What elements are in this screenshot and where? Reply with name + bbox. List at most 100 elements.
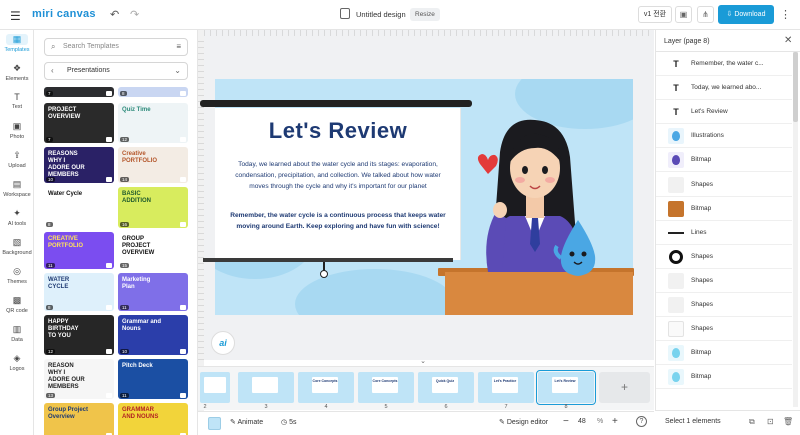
rail-item-themes[interactable]: ◎ Themes xyxy=(0,266,34,285)
zoom-value[interactable]: 48 xyxy=(578,418,586,425)
slide-thumbnail[interactable] xyxy=(238,372,294,403)
template-thumbnail[interactable]: Group Project Overview xyxy=(44,403,114,435)
ai-assistant-button[interactable]: ai xyxy=(211,331,235,355)
slide-paragraph-2[interactable]: Remember, the water cycle is a continuou… xyxy=(230,211,446,233)
layer-item[interactable]: Shapes xyxy=(656,245,792,269)
layer-item[interactable]: Lines xyxy=(656,221,792,245)
duration-button[interactable]: ◷ 5s xyxy=(281,418,296,426)
version-button[interactable]: v1 전환 xyxy=(638,6,672,23)
rail-item-qr-code[interactable]: ▩ QR code xyxy=(0,295,34,314)
layer-item[interactable]: T Remember, the water c... xyxy=(656,52,792,76)
layer-item[interactable]: T Today, we learned abo... xyxy=(656,76,792,101)
template-thumbnail[interactable]: GRAMMAR AND NOUNS xyxy=(118,403,188,435)
premium-crown-icon xyxy=(106,137,112,142)
layer-item[interactable]: Bitmap xyxy=(656,148,792,173)
help-button[interactable]: ? xyxy=(636,416,647,427)
template-page-count: 11 xyxy=(120,393,129,398)
layer-item[interactable]: Shapes xyxy=(656,317,792,342)
save-icon[interactable]: ▣ xyxy=(675,6,692,23)
water-droplet-illustration[interactable] xyxy=(553,218,603,278)
hamburger-menu-icon[interactable]: ☰ xyxy=(10,9,21,23)
template-title: Marketing Plan xyxy=(122,277,151,290)
slide-thumbnail[interactable] xyxy=(200,372,230,403)
rail-item-upload[interactable]: ⇪ Upload xyxy=(0,150,34,169)
close-icon[interactable]: ✕ xyxy=(784,35,792,46)
slide-thumbnail-content: Quick Quiz xyxy=(432,377,458,393)
rail-item-ai-tools[interactable]: ✦ AI tools xyxy=(0,208,34,227)
slide-title[interactable]: Let's Review xyxy=(215,118,461,144)
slide-thumbnail[interactable]: Quick Quiz xyxy=(418,372,474,403)
template-page-count: 15 xyxy=(120,263,130,268)
template-thumbnail[interactable]: WATER CYCLE 8 xyxy=(44,273,114,311)
layer-item[interactable]: Illustrations xyxy=(656,124,792,149)
rail-item-label: Background xyxy=(2,250,32,256)
layer-item[interactable]: Bitmap xyxy=(656,365,792,390)
category-select[interactable]: ‹ Presentations ⌄ xyxy=(44,62,188,80)
template-page-count: 8 xyxy=(120,91,127,96)
background-color-swatch[interactable] xyxy=(208,417,221,430)
layer-item[interactable]: Bitmap xyxy=(656,341,792,366)
rail-item-text[interactable]: T Text xyxy=(0,92,34,110)
zoom-in-button[interactable]: + xyxy=(612,416,618,427)
app-logo[interactable]: miri canvas xyxy=(32,8,96,20)
template-thumbnail[interactable]: Creative PORTFOLIO 14 xyxy=(118,147,188,183)
layer-item[interactable]: Bitmap xyxy=(656,197,792,221)
slide-thumbnail[interactable]: Let's Review xyxy=(536,370,596,405)
add-slide-button[interactable]: + xyxy=(599,372,650,403)
animate-button[interactable]: ✎ Animate xyxy=(230,418,263,426)
collapse-filmstrip-icon[interactable]: ⌄ xyxy=(417,358,429,365)
template-thumbnail[interactable]: 7 xyxy=(44,87,114,97)
slide-thumbnail[interactable]: Core Concepts xyxy=(298,372,354,403)
group-icon[interactable]: ⧉ xyxy=(749,417,755,427)
back-icon[interactable]: ‹ xyxy=(51,66,54,75)
template-thumbnail[interactable]: Marketing Plan 11 xyxy=(118,273,188,311)
slide-thumbnail[interactable]: Core Concepts xyxy=(358,372,414,403)
template-title: REASON WHY I ADORE OUR MEMBERS xyxy=(48,363,85,390)
layer-label: Lines xyxy=(691,228,707,236)
download-button[interactable]: ⇩ Download xyxy=(718,5,774,24)
design-editor-button[interactable]: ✎ Design editor xyxy=(499,418,548,426)
rail-item-background[interactable]: ▧ Background xyxy=(0,237,34,256)
layer-item[interactable]: Shapes xyxy=(656,269,792,293)
layer-item[interactable]: Shapes xyxy=(656,293,792,317)
trash-icon[interactable]: 🗑 xyxy=(783,417,793,426)
rail-item-data[interactable]: ▥ Data xyxy=(0,324,34,343)
rail-item-elements[interactable]: ❖ Elements xyxy=(0,63,34,82)
share-icon[interactable]: ⋔ xyxy=(697,6,714,23)
layer-thumbnail xyxy=(668,345,684,362)
duration-label: 5s xyxy=(289,419,297,426)
zoom-out-button[interactable]: − xyxy=(563,416,569,427)
resize-button[interactable]: Resize xyxy=(410,8,440,21)
template-thumbnail[interactable]: 8 xyxy=(118,87,188,97)
document-title[interactable]: Untitled design xyxy=(356,10,406,19)
layer-item[interactable]: Shapes xyxy=(656,173,792,197)
rail-item-workspace[interactable]: ▤ Workspace xyxy=(0,179,34,198)
template-thumbnail[interactable]: Grammar and Nouns 10 xyxy=(118,315,188,355)
rail-item-templates[interactable]: ▦ Templates xyxy=(0,34,34,53)
template-thumbnail[interactable]: GROUP PROJECT OVERVIEW 15 xyxy=(118,232,188,269)
slide-thumbnail[interactable]: Let's Practice xyxy=(478,372,534,403)
lock-icon[interactable]: ⊡ xyxy=(767,417,774,426)
undo-icon[interactable]: ↶ xyxy=(110,8,119,21)
layer-scrollbar-thumb[interactable] xyxy=(793,52,798,122)
template-thumbnail[interactable]: REASONS WHY I ADORE OUR MEMBERS 10 xyxy=(44,147,114,183)
template-thumbnail[interactable]: HAPPY BIRTHDAY TO YOU 12 xyxy=(44,315,114,355)
template-thumbnail[interactable]: Quiz Time 12 xyxy=(118,103,188,143)
template-thumbnail[interactable]: Water Cycle 8 xyxy=(44,187,114,228)
left-rail xyxy=(0,30,34,435)
more-icon[interactable]: ⋮ xyxy=(780,8,791,21)
rail-item-photo[interactable]: ▣ Photo xyxy=(0,121,34,140)
redo-icon[interactable]: ↷ xyxy=(130,8,139,21)
filter-icon[interactable]: ≡ xyxy=(176,42,181,51)
selection-count: Select 1 elements xyxy=(665,418,721,425)
template-thumbnail[interactable]: CREATIVE PORTFOLIO 11 xyxy=(44,232,114,269)
slide-paragraph-1[interactable]: Today, we learned about the water cycle … xyxy=(230,160,446,192)
template-thumbnail[interactable]: REASON WHY I ADORE OUR MEMBERS 13 xyxy=(44,359,114,399)
layer-item[interactable]: T Let's Review xyxy=(656,100,792,125)
premium-crown-icon xyxy=(106,177,112,182)
template-thumbnail[interactable]: PROJECT OVERVIEW 7 xyxy=(44,103,114,143)
rail-item-logos[interactable]: ◈ Logos xyxy=(0,353,34,372)
template-thumbnail[interactable]: Pitch Deck 11 xyxy=(118,359,188,399)
template-thumbnail[interactable]: BASIC ADDITION 16 xyxy=(118,187,188,228)
search-input[interactable]: ⌕ Search Templates ≡ xyxy=(44,38,188,56)
